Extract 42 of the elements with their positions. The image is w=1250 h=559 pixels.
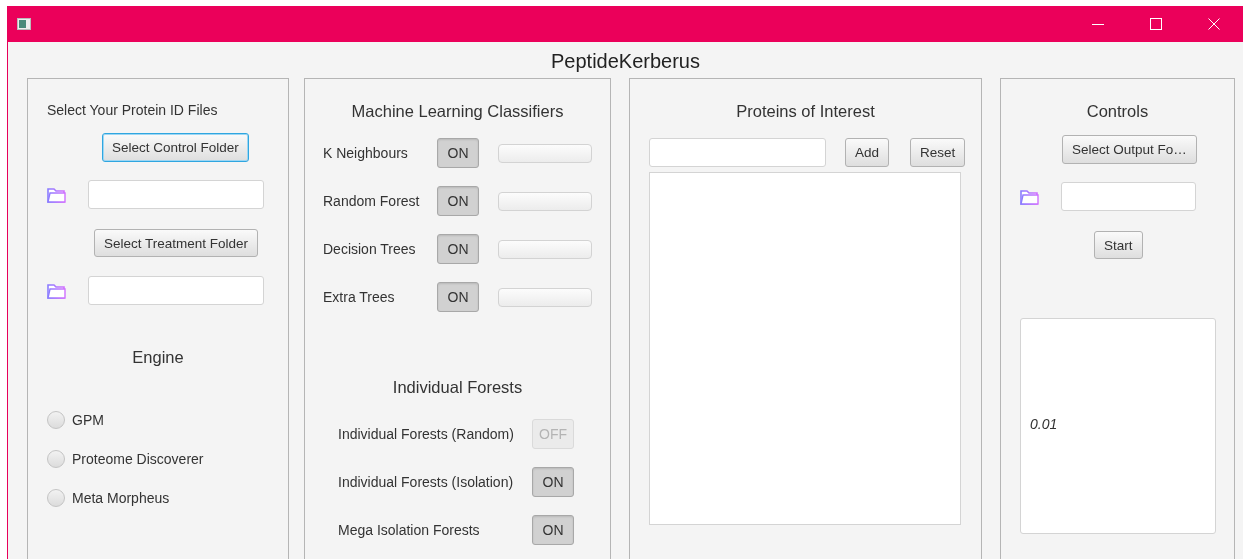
- toggle-button[interactable]: ON: [532, 467, 574, 497]
- minimize-icon[interactable]: [1092, 23, 1104, 25]
- toggle-button[interactable]: ON: [437, 282, 479, 312]
- section-heading: Controls: [1086, 101, 1149, 121]
- protein-input-field[interactable]: [649, 138, 826, 167]
- section-heading: Engine: [132, 347, 184, 367]
- radio-option[interactable]: Proteome Discoverer: [47, 448, 288, 470]
- section-heading: Individual Forests: [392, 377, 523, 397]
- toggle-button[interactable]: ON: [437, 186, 479, 216]
- start-button[interactable]: Start: [1094, 231, 1143, 259]
- classifier-label: K Neighbours: [323, 145, 409, 161]
- folder-path-field[interactable]: [88, 180, 264, 209]
- select-folder-button[interactable]: Select Treatment Folder: [94, 229, 259, 257]
- toggle-button[interactable]: ON: [437, 234, 479, 264]
- select-folder-button[interactable]: Select Control Folder: [102, 133, 249, 162]
- folder-path-field[interactable]: [88, 276, 264, 305]
- toggle-button[interactable]: ON: [532, 515, 574, 545]
- forest-label: Individual Forests (Random): [338, 426, 515, 442]
- folder-icon: [47, 186, 66, 203]
- section-heading: Select Your Protein ID Files: [47, 101, 218, 119]
- reset-button[interactable]: Reset: [910, 138, 966, 167]
- app-title: PeptideKerberus: [550, 49, 701, 74]
- protein-list[interactable]: [649, 172, 961, 525]
- add-button[interactable]: Add: [845, 138, 890, 167]
- app-icon: [17, 18, 31, 30]
- classifier-label: Decision Trees: [323, 241, 417, 257]
- forest-label: Mega Isolation Forests: [338, 522, 481, 538]
- output-path-field[interactable]: [1061, 182, 1196, 211]
- classifier-label: Extra Trees: [323, 289, 396, 305]
- maximize-icon[interactable]: [1150, 18, 1162, 30]
- close-icon[interactable]: [1208, 18, 1220, 30]
- forest-label: Individual Forests (Isolation): [338, 474, 515, 490]
- toggle-button[interactable]: ON: [437, 138, 479, 168]
- classifier-label: Random Forest: [323, 193, 421, 209]
- radio-option[interactable]: Meta Morpheus: [47, 487, 288, 509]
- section-heading: Machine Learning Classifiers: [351, 101, 564, 121]
- folder-icon: [47, 282, 66, 299]
- output-value: 0.01: [1030, 416, 1058, 432]
- folder-icon: [1020, 188, 1039, 205]
- select-output-button[interactable]: Select Output Fo…: [1062, 135, 1197, 164]
- radio-option[interactable]: GPM: [47, 409, 288, 431]
- section-heading: Proteins of Interest: [736, 101, 875, 121]
